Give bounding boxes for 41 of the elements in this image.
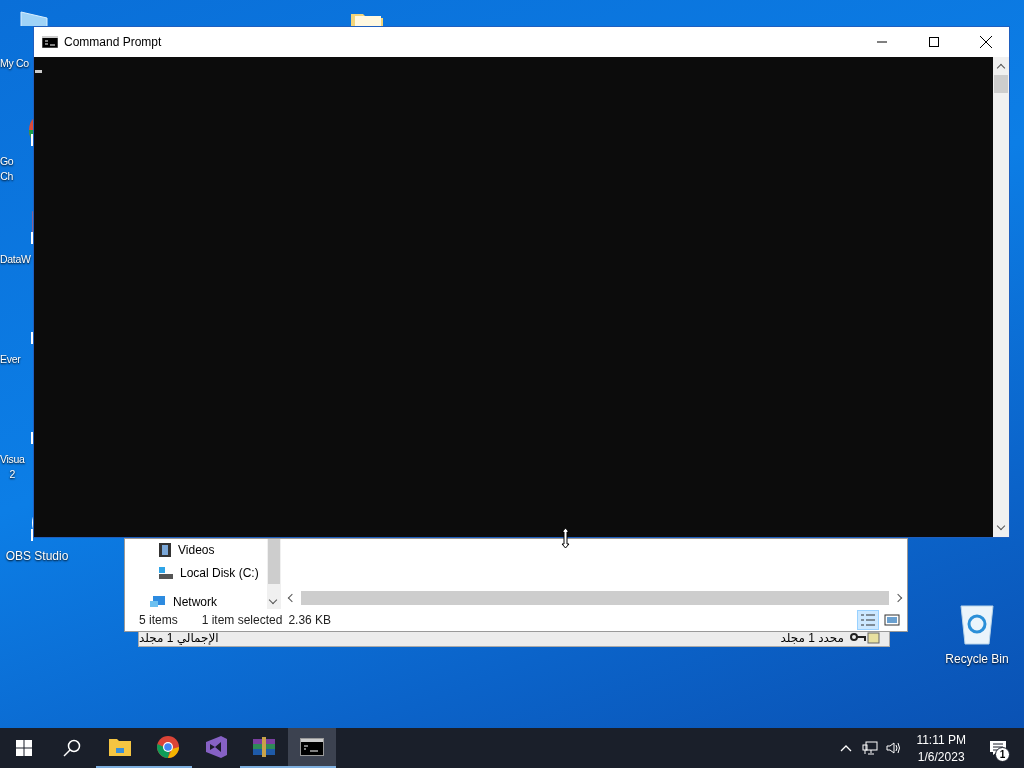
network-icon (862, 741, 879, 755)
chrome-icon (156, 735, 180, 759)
desktop-icon-label[interactable]: Ever (0, 352, 21, 367)
desktop-icon-label[interactable]: Visua 2 (0, 452, 25, 482)
volume-icon (886, 741, 903, 755)
windows-logo-icon (16, 740, 32, 756)
desktop-icon-label[interactable]: My Co (0, 56, 29, 71)
desktop-icon-label[interactable]: Recycle Bin (945, 652, 1009, 667)
status-text: 1 item selected (201, 613, 283, 627)
details-icon (860, 613, 876, 627)
notifications-button[interactable]: 1 (976, 728, 1020, 768)
caret-icon (840, 744, 853, 752)
search-icon (63, 739, 81, 757)
console-icon (42, 36, 58, 48)
books-icon (252, 737, 276, 757)
taskbar-app-button[interactable] (288, 728, 336, 768)
status-text: 5 items (139, 613, 178, 627)
folder-icon (108, 737, 132, 757)
nav-item[interactable]: Local Disk (C:) (125, 561, 267, 584)
notification-count-badge: 1 (995, 747, 1010, 762)
film-icon (158, 543, 172, 558)
nav-item[interactable]: Network (125, 594, 267, 609)
preview-icon (884, 613, 900, 627)
desktop-icon-label[interactable]: DataW (0, 252, 31, 267)
console-icon (300, 738, 324, 756)
status-text: محدد 1 مجلد (779, 631, 845, 645)
maximize-icon (929, 37, 939, 47)
vertical-scrollbar[interactable] (267, 539, 281, 609)
status-text: الإجمالي 1 مجلد (139, 631, 220, 645)
desktop-icon-label[interactable]: Go Ch (0, 154, 14, 184)
vertical-scrollbar[interactable] (993, 57, 1009, 537)
network-icon (149, 594, 167, 609)
key-icon (850, 632, 880, 644)
clock[interactable]: 11:11 PM 1/6/2023 (906, 728, 976, 768)
nav-item[interactable]: Videos (125, 539, 267, 562)
close-icon (980, 36, 992, 48)
window-title: Command Prompt (64, 35, 162, 49)
drive-icon (158, 565, 174, 580)
desktop-icon-label[interactable]: OBS Studio (5, 549, 69, 564)
status-text: 2.36 KB (288, 613, 332, 627)
details-view-button[interactable] (857, 610, 879, 630)
